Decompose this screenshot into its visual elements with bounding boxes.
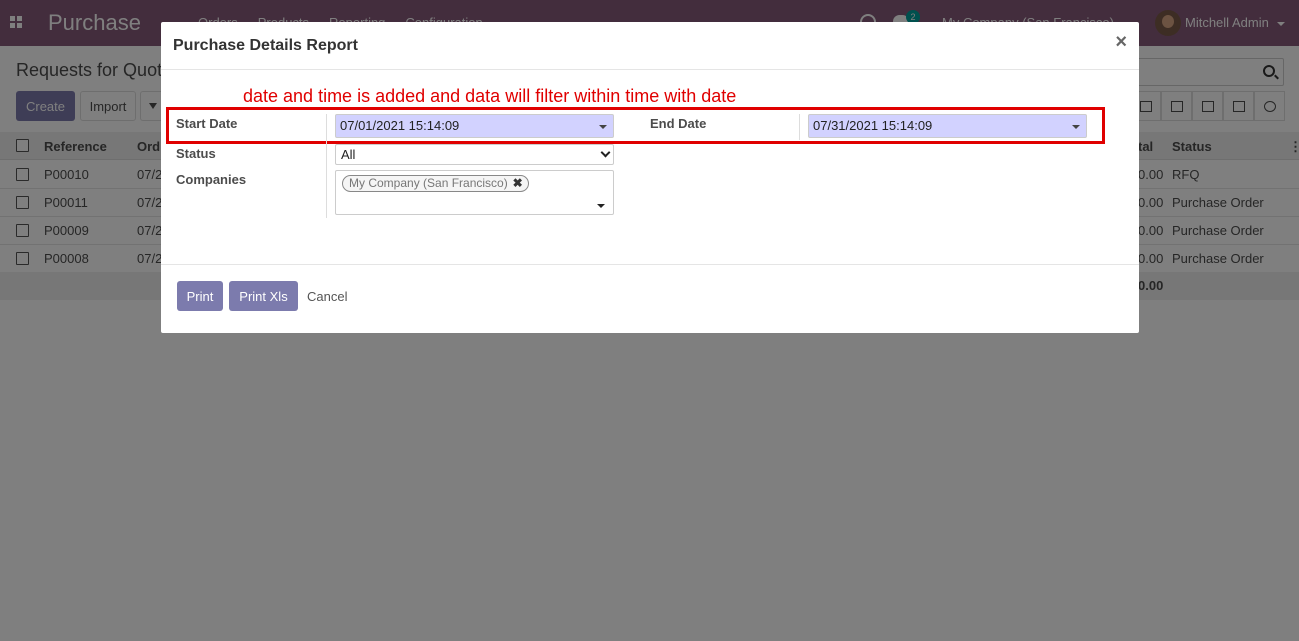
cancel-button[interactable]: Cancel	[307, 289, 347, 304]
close-icon[interactable]: ×	[1115, 32, 1127, 52]
start-date-input[interactable]: 07/01/2021 15:14:09	[335, 114, 614, 138]
start-date-value: 07/01/2021 15:14:09	[340, 118, 460, 133]
chevron-down-icon	[600, 147, 611, 158]
status-label: Status	[176, 146, 216, 161]
modal-header: Purchase Details Report ×	[161, 22, 1139, 70]
status-selected-value: All	[341, 147, 356, 162]
end-date-input[interactable]: 07/31/2021 15:14:09	[808, 114, 1087, 138]
purchase-details-report-dialog: Purchase Details Report × date and time …	[161, 22, 1139, 333]
start-date-label: Start Date	[176, 116, 238, 131]
annotation-text: date and time is added and data will fil…	[243, 86, 737, 106]
print-button[interactable]: Print	[177, 281, 223, 311]
companies-field[interactable]: My Company (San Francisco) ✖	[335, 170, 614, 215]
label-divider	[326, 114, 327, 218]
label-divider	[799, 114, 800, 140]
end-date-value: 07/31/2021 15:14:09	[813, 118, 933, 133]
modal-title: Purchase Details Report	[173, 37, 358, 54]
chevron-down-icon[interactable]	[1072, 125, 1080, 129]
status-select[interactable]: All	[335, 144, 614, 165]
end-date-label: End Date	[650, 116, 707, 131]
modal-footer: Print Print Xls Cancel	[161, 264, 1139, 333]
chevron-down-icon[interactable]	[597, 204, 605, 208]
company-tag: My Company (San Francisco) ✖	[342, 175, 529, 192]
chevron-down-icon[interactable]	[599, 125, 607, 129]
companies-label: Companies	[176, 172, 247, 187]
company-tag-label: My Company (San Francisco)	[349, 176, 508, 190]
print-xls-button[interactable]: Print Xls	[229, 281, 298, 311]
remove-tag-icon[interactable]: ✖	[513, 176, 523, 191]
